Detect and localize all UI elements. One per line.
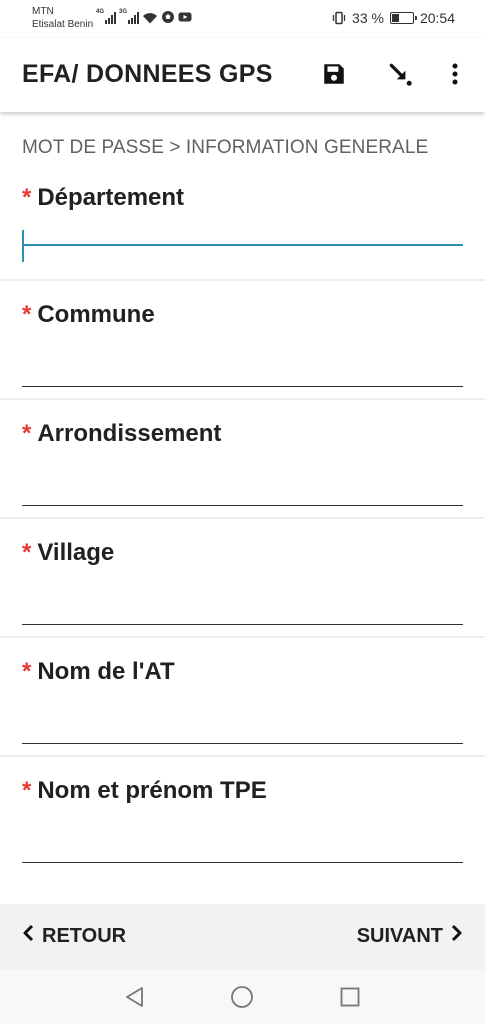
wifi-icon — [142, 12, 158, 24]
chevron-left-icon — [22, 924, 34, 948]
system-home-icon[interactable] — [230, 985, 254, 1009]
chevron-right-icon — [451, 924, 463, 948]
next-button[interactable]: SUIVANT — [357, 924, 463, 948]
clock: 20:54 — [419, 10, 455, 26]
battery-percent: 33 % — [352, 10, 384, 26]
field-label: * Nom et prénom TPE — [22, 777, 267, 805]
system-back-icon[interactable] — [123, 985, 147, 1009]
bottom-navigation: RETOUR SUIVANT — [0, 904, 485, 970]
nom-prenom-tpe-input[interactable] — [22, 821, 463, 863]
signal-indicators: 4G 3G — [96, 9, 192, 24]
divider — [0, 398, 485, 400]
carrier-names: MTN Etisalat Benin — [32, 5, 93, 31]
download-icon[interactable] — [382, 56, 418, 92]
system-recents-icon[interactable] — [338, 985, 362, 1009]
arrondissement-input[interactable] — [22, 464, 463, 506]
back-label: RETOUR — [42, 924, 127, 947]
save-icon[interactable] — [316, 56, 352, 92]
app-bar: EFA/ DONNEES GPS — [0, 38, 485, 112]
soccer-ball-icon — [161, 10, 175, 24]
carrier-1: MTN — [32, 6, 54, 17]
more-vert-icon[interactable] — [437, 56, 473, 92]
next-label: SUIVANT — [356, 924, 443, 947]
field-nom-prenom-tpe: * Nom et prénom TPE — [0, 755, 485, 874]
sim2-signal-icon: 3G — [119, 9, 139, 24]
field-label: * Village — [22, 539, 114, 567]
divider — [0, 755, 485, 757]
required-marker: * — [22, 777, 32, 804]
carrier-2: Etisalat Benin — [32, 19, 94, 30]
sim1-network-type: 4G — [96, 9, 105, 15]
required-marker: * — [22, 658, 32, 685]
field-label-text: Nom et prénom TPE — [37, 777, 267, 804]
required-marker: * — [22, 539, 32, 566]
status-right: 33 % 20:54 — [332, 10, 455, 26]
village-input[interactable] — [22, 583, 463, 625]
status-bar: MTN Etisalat Benin 4G 3G 33 % 20:54 — [0, 0, 485, 38]
page-title: EFA/ DONNEES GPS — [22, 60, 273, 88]
sim1-signal-icon: 4G — [96, 9, 116, 24]
field-village: * Village — [0, 517, 485, 636]
field-label-text: Nom de l'AT — [37, 658, 175, 685]
commune-input[interactable] — [22, 345, 463, 387]
divider — [0, 517, 485, 519]
text-cursor — [22, 230, 24, 262]
nom-at-input[interactable] — [22, 702, 463, 744]
field-label-text: Commune — [37, 301, 155, 328]
field-label: * Nom de l'AT — [22, 658, 175, 686]
battery-icon — [389, 12, 417, 24]
back-button[interactable]: RETOUR — [22, 924, 126, 948]
required-marker: * — [22, 420, 32, 447]
youtube-icon — [178, 10, 192, 24]
field-commune: * Commune — [0, 279, 485, 398]
required-marker: * — [22, 301, 32, 328]
field-label: * Commune — [22, 301, 155, 329]
divider — [0, 279, 485, 281]
divider — [0, 636, 485, 638]
field-nom-at: * Nom de l'AT — [0, 636, 485, 755]
field-label-text: Village — [37, 539, 115, 566]
field-label: * Arrondissement — [22, 420, 221, 448]
vibrate-icon — [332, 11, 346, 25]
field-departement: * Département — [0, 162, 485, 281]
departement-input[interactable] — [22, 204, 463, 246]
system-navigation-bar — [0, 970, 485, 1024]
field-label-text: Arrondissement — [37, 420, 222, 447]
field-arrondissement: * Arrondissement — [0, 398, 485, 517]
breadcrumb: MOT DE PASSE > INFORMATION GENERALE — [22, 137, 429, 158]
sim2-network-type: 3G — [119, 9, 128, 15]
